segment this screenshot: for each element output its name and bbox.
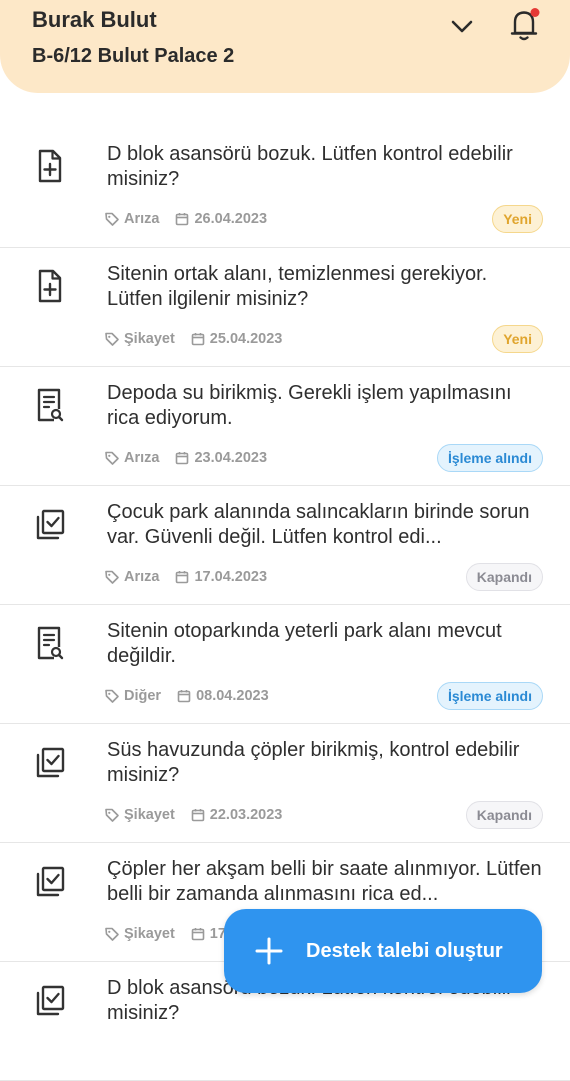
calendar-icon (175, 570, 189, 584)
request-date: 26.04.2023 (194, 211, 268, 227)
request-category: Arıza (124, 211, 160, 227)
create-support-request-button[interactable]: Destek talebi oluştur (224, 909, 542, 993)
request-meta: Diğer 08.04.2023 (104, 685, 269, 707)
document-search-icon (34, 625, 66, 661)
stack-check-icon (34, 863, 66, 899)
stack-check-icon (34, 506, 66, 542)
tag-icon (104, 807, 120, 823)
status-badge: Kapandı (465, 801, 543, 829)
request-meta: Şikayet 25.04.2023 (104, 328, 282, 350)
tag-icon (104, 450, 120, 466)
support-request-item[interactable]: Sitenin ortak alanı, temizlenmesi gereki… (0, 248, 570, 367)
support-request-item[interactable]: Sitenin otoparkında yeterli park alanı m… (0, 605, 570, 724)
plus-icon (255, 937, 283, 965)
status-badge: İşleme alındı (436, 444, 543, 472)
request-meta: Arıza 26.04.2023 (104, 208, 267, 230)
tag-icon (104, 331, 120, 347)
request-meta: Arıza 17.04.2023 (104, 566, 267, 588)
request-meta: Arıza 23.04.2023 (104, 447, 267, 469)
request-date: 08.04.2023 (196, 688, 269, 704)
request-date: 22.03.2023 (209, 807, 283, 823)
user-name: Burak Bulut (32, 7, 157, 32)
request-title: Sitenin ortak alanı, temizlenmesi gereki… (107, 263, 488, 310)
status-badge: Kapandı (465, 563, 543, 591)
create-support-request-label: Destek talebi oluştur (306, 939, 503, 962)
file-plus-icon (34, 148, 66, 184)
request-meta: Şikayet 22.03.2023 (104, 804, 282, 826)
support-request-item[interactable]: Çocuk park alanında salıncakların birind… (0, 486, 570, 605)
request-title: D blok asansörü bozuk. Lütfen kontrol ed… (107, 143, 513, 190)
support-request-item[interactable]: Süs havuzunda çöpler birikmiş, kontrol e… (0, 724, 570, 843)
request-meta: Şikayet 17 (104, 923, 226, 945)
request-category: Arıza (124, 450, 160, 466)
request-title: Sitenin otoparkında yeterli park alanı m… (107, 620, 502, 667)
request-category: Şikayet (124, 331, 175, 347)
tag-icon (104, 688, 120, 704)
calendar-icon (175, 212, 189, 226)
status-badge: İşleme alındı (436, 682, 543, 710)
request-date: 17.04.2023 (194, 569, 268, 585)
file-plus-icon (34, 268, 66, 304)
calendar-icon (191, 927, 205, 941)
header: Burak Bulut B-6/12 Bulut Palace 2 (0, 0, 570, 93)
request-category: Arıza (124, 569, 160, 585)
status-badge: Yeni (492, 205, 543, 233)
request-title: Çöpler her akşam belli bir saate alınmıy… (107, 858, 542, 905)
tag-icon (104, 569, 120, 585)
tag-icon (104, 926, 120, 942)
support-request-item[interactable]: D blok asansörü bozuk. Lütfen kontrol ed… (0, 128, 570, 248)
support-request-item[interactable]: Depoda su birikmiş. Gerekli işlem yapılm… (0, 367, 570, 486)
document-search-icon (34, 387, 66, 423)
request-title: Çocuk park alanında salıncakların birind… (107, 501, 530, 548)
request-title: Depoda su birikmiş. Gerekli işlem yapılm… (107, 382, 512, 429)
calendar-icon (177, 689, 191, 703)
request-date: 23.04.2023 (194, 450, 268, 466)
request-date: 25.04.2023 (209, 331, 283, 347)
status-badge: Yeni (492, 325, 543, 353)
chevron-down-icon[interactable] (446, 12, 478, 40)
request-category: Diğer (124, 688, 162, 704)
notification-bell-icon[interactable] (506, 6, 544, 44)
request-category: Şikayet (124, 807, 175, 823)
calendar-icon (191, 332, 205, 346)
site-name: B-6/12 Bulut Palace 2 (32, 45, 235, 67)
tag-icon (104, 211, 120, 227)
calendar-icon (191, 808, 205, 822)
stack-check-icon (34, 744, 66, 780)
calendar-icon (175, 451, 189, 465)
request-title: Süs havuzunda çöpler birikmiş, kontrol e… (107, 739, 520, 786)
request-category: Şikayet (124, 926, 175, 942)
